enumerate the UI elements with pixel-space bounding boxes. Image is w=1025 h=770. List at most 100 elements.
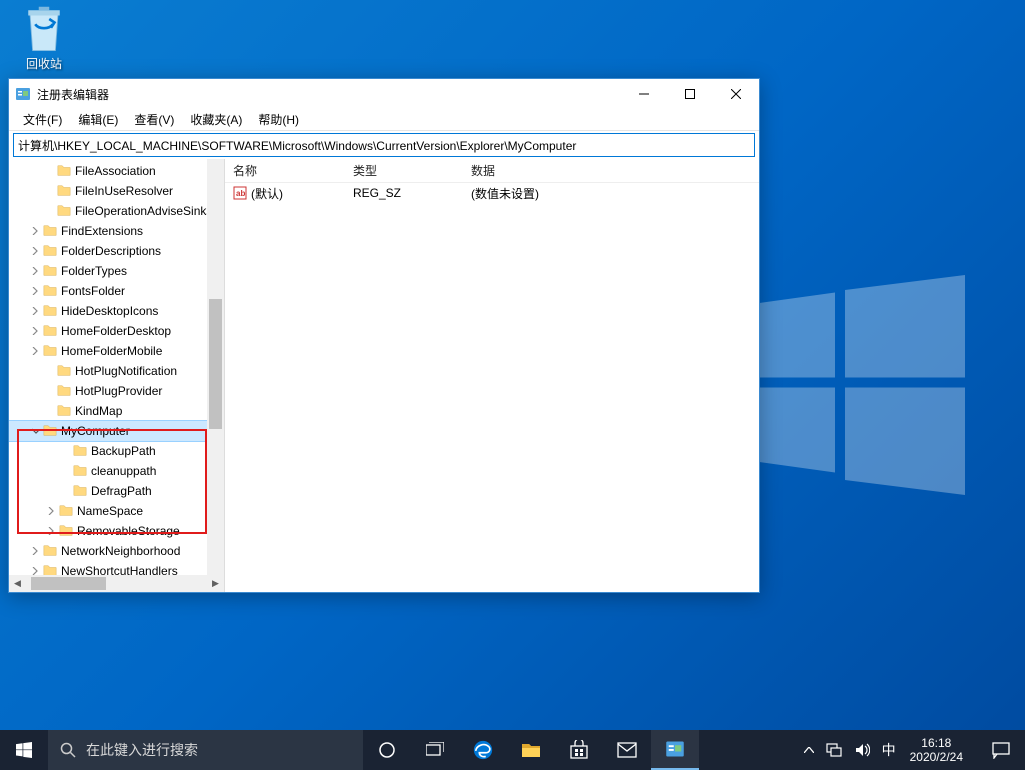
folder-icon <box>43 324 57 338</box>
expander-icon[interactable] <box>29 567 41 575</box>
tree-item-mycomputer[interactable]: MyComputer <box>9 421 224 441</box>
list-header[interactable]: 名称 类型 数据 <box>225 159 759 183</box>
folder-icon <box>43 244 57 258</box>
windows-logo-bg <box>745 275 965 495</box>
tree-item-label: HomeFolderDesktop <box>61 321 171 341</box>
expander-icon[interactable] <box>29 227 41 235</box>
tree-item-removablestorage[interactable]: RemovableStorage <box>9 521 224 541</box>
search-box[interactable]: 在此键入进行搜索 <box>48 730 363 770</box>
list-row[interactable]: ab(默认)REG_SZ(数值未设置) <box>225 183 759 203</box>
taskbar: 在此键入进行搜索 中 16:18 2020/2/24 <box>0 730 1025 770</box>
tree-item-cleanuppath[interactable]: cleanuppath <box>9 461 224 481</box>
menu-edit[interactable]: 编辑(E) <box>70 109 126 130</box>
menu-file[interactable]: 文件(F) <box>15 109 70 130</box>
titlebar[interactable]: 注册表编辑器 <box>9 79 759 109</box>
tree-item-label: HotPlugNotification <box>75 361 177 381</box>
expander-icon[interactable] <box>29 247 41 255</box>
list-body[interactable]: ab(默认)REG_SZ(数值未设置) <box>225 183 759 592</box>
cortana-button[interactable] <box>363 730 411 770</box>
tree-item-homefolderdesktop[interactable]: HomeFolderDesktop <box>9 321 224 341</box>
tree-item-label: DefragPath <box>91 481 152 501</box>
start-button[interactable] <box>0 730 48 770</box>
list-header-type[interactable]: 类型 <box>345 162 463 179</box>
folder-icon <box>43 344 57 358</box>
tray-network-icon[interactable] <box>820 730 848 770</box>
tray-time: 16:18 <box>910 736 963 750</box>
expander-icon[interactable] <box>29 547 41 555</box>
tree-item-newshortcuthandlers[interactable]: NewShortcutHandlers <box>9 561 224 575</box>
taskbar-app-regedit[interactable] <box>651 730 699 770</box>
folder-icon <box>43 304 57 318</box>
system-tray: 中 16:18 2020/2/24 <box>792 730 977 770</box>
tray-clock[interactable]: 16:18 2020/2/24 <box>902 736 971 764</box>
tree-item-fileassociation[interactable]: FileAssociation <box>9 161 224 181</box>
maximize-button[interactable] <box>667 79 713 109</box>
regedit-icon <box>15 86 31 102</box>
tree-item-label: BackupPath <box>91 441 156 461</box>
tree-item-fileinuseresolver[interactable]: FileInUseResolver <box>9 181 224 201</box>
taskbar-app-edge[interactable] <box>459 730 507 770</box>
expander-icon[interactable] <box>45 527 57 535</box>
list-header-name[interactable]: 名称 <box>225 162 345 179</box>
expander-icon[interactable] <box>29 427 41 435</box>
expander-icon[interactable] <box>45 507 57 515</box>
taskbar-app-mail[interactable] <box>603 730 651 770</box>
expander-icon[interactable] <box>29 287 41 295</box>
tree-item-homefoldermobile[interactable]: HomeFolderMobile <box>9 341 224 361</box>
tray-ime-indicator[interactable]: 中 <box>876 730 902 770</box>
menubar: 文件(F) 编辑(E) 查看(V) 收藏夹(A) 帮助(H) <box>9 109 759 131</box>
list-cell-name: (默认) <box>251 185 283 202</box>
tree-item-namespace[interactable]: NameSpace <box>9 501 224 521</box>
regedit-window: 注册表编辑器 文件(F) 编辑(E) 查看(V) 收藏夹(A) 帮助(H) Fi… <box>8 78 760 593</box>
tree-item-kindmap[interactable]: KindMap <box>9 401 224 421</box>
tree-item-networkneighborhood[interactable]: NetworkNeighborhood <box>9 541 224 561</box>
tree-item-fileoperationadvisesinks[interactable]: FileOperationAdviseSinks <box>9 201 224 221</box>
folder-icon <box>43 264 57 278</box>
tray-volume-icon[interactable] <box>848 730 876 770</box>
menu-view[interactable]: 查看(V) <box>126 109 182 130</box>
tree-scrollbar-horizontal[interactable]: ◀▶ <box>9 575 224 592</box>
tree-item-fontsfolder[interactable]: FontsFolder <box>9 281 224 301</box>
taskbar-app-store[interactable] <box>555 730 603 770</box>
folder-icon <box>73 484 87 498</box>
tree-item-folderdescriptions[interactable]: FolderDescriptions <box>9 241 224 261</box>
folder-icon <box>43 544 57 558</box>
menu-help[interactable]: 帮助(H) <box>250 109 307 130</box>
folder-icon <box>43 564 57 575</box>
folder-icon <box>73 444 87 458</box>
tray-chevron-up-icon[interactable] <box>798 730 820 770</box>
action-center-button[interactable] <box>977 730 1025 770</box>
recycle-bin-label: 回收站 <box>14 55 74 72</box>
recycle-bin-icon[interactable]: 回收站 <box>14 5 74 72</box>
tree-item-hotplugnotification[interactable]: HotPlugNotification <box>9 361 224 381</box>
tree-item-foldertypes[interactable]: FolderTypes <box>9 261 224 281</box>
list-pane: 名称 类型 数据 ab(默认)REG_SZ(数值未设置) <box>225 159 759 592</box>
close-button[interactable] <box>713 79 759 109</box>
expander-icon[interactable] <box>29 327 41 335</box>
tree-item-backuppath[interactable]: BackupPath <box>9 441 224 461</box>
expander-icon[interactable] <box>29 267 41 275</box>
tree-item-hidedesktopicons[interactable]: HideDesktopIcons <box>9 301 224 321</box>
address-input[interactable] <box>14 136 754 154</box>
tree-item-label: cleanuppath <box>91 461 156 481</box>
tree-item-label: FileOperationAdviseSinks <box>75 201 212 221</box>
list-header-data[interactable]: 数据 <box>463 162 759 179</box>
tray-date: 2020/2/24 <box>910 750 963 764</box>
expander-icon[interactable] <box>29 347 41 355</box>
reg-string-icon: ab <box>233 186 247 200</box>
tree-scrollbar-vertical[interactable] <box>207 159 224 575</box>
tree-item-hotplugprovider[interactable]: HotPlugProvider <box>9 381 224 401</box>
expander-icon[interactable] <box>29 307 41 315</box>
menu-favorites[interactable]: 收藏夹(A) <box>182 109 250 130</box>
tree-item-label: FontsFolder <box>61 281 125 301</box>
folder-icon <box>57 404 71 418</box>
folder-icon <box>59 524 73 538</box>
minimize-button[interactable] <box>621 79 667 109</box>
task-view-button[interactable] <box>411 730 459 770</box>
taskbar-app-file-explorer[interactable] <box>507 730 555 770</box>
tree-item-label: HomeFolderMobile <box>61 341 162 361</box>
folder-icon <box>57 364 71 378</box>
tree-item-findextensions[interactable]: FindExtensions <box>9 221 224 241</box>
registry-tree[interactable]: FileAssociationFileInUseResolverFileOper… <box>9 159 224 575</box>
tree-item-defragpath[interactable]: DefragPath <box>9 481 224 501</box>
